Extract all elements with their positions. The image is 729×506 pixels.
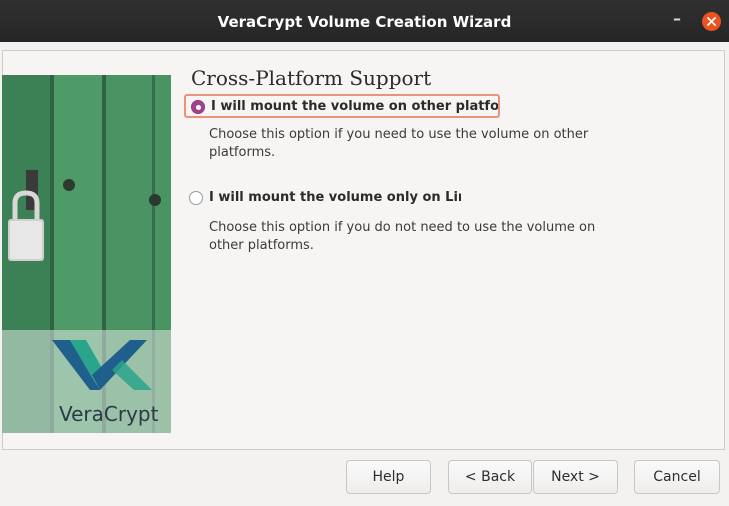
title-bar: VeraCrypt Volume Creation Wizard – bbox=[0, 0, 729, 42]
back-button[interactable]: < Back bbox=[448, 460, 532, 494]
help-button[interactable]: Help bbox=[346, 460, 431, 494]
minimize-button[interactable]: – bbox=[664, 9, 690, 33]
option-other-platforms-description: Choose this option if you need to use th… bbox=[209, 127, 589, 160]
option-other-platforms-label[interactable]: I will mount the volume on other platfor… bbox=[211, 99, 498, 114]
option-linux-only-label[interactable]: I will mount the volume only on Linux bbox=[209, 190, 461, 205]
wizard-side-image: VeraCrypt bbox=[2, 75, 171, 433]
option-other-platforms[interactable]: I will mount the volume on other platfor… bbox=[184, 94, 500, 118]
option-linux-only-description: Choose this option if you do not need to… bbox=[209, 220, 596, 253]
page-title: Cross-Platform Support bbox=[191, 66, 432, 90]
next-button[interactable]: Next > bbox=[533, 460, 618, 494]
window-title: VeraCrypt Volume Creation Wizard bbox=[217, 13, 512, 31]
veracrypt-wordmark: VeraCrypt bbox=[59, 402, 159, 426]
option-linux-only[interactable]: I will mount the volume only on Linux bbox=[184, 187, 500, 211]
locked-door-illustration bbox=[2, 75, 171, 433]
radio-other-platforms[interactable] bbox=[191, 100, 205, 114]
close-icon bbox=[707, 17, 716, 26]
close-button[interactable] bbox=[702, 12, 721, 31]
cancel-button[interactable]: Cancel bbox=[634, 460, 720, 494]
radio-linux-only[interactable] bbox=[189, 191, 203, 205]
